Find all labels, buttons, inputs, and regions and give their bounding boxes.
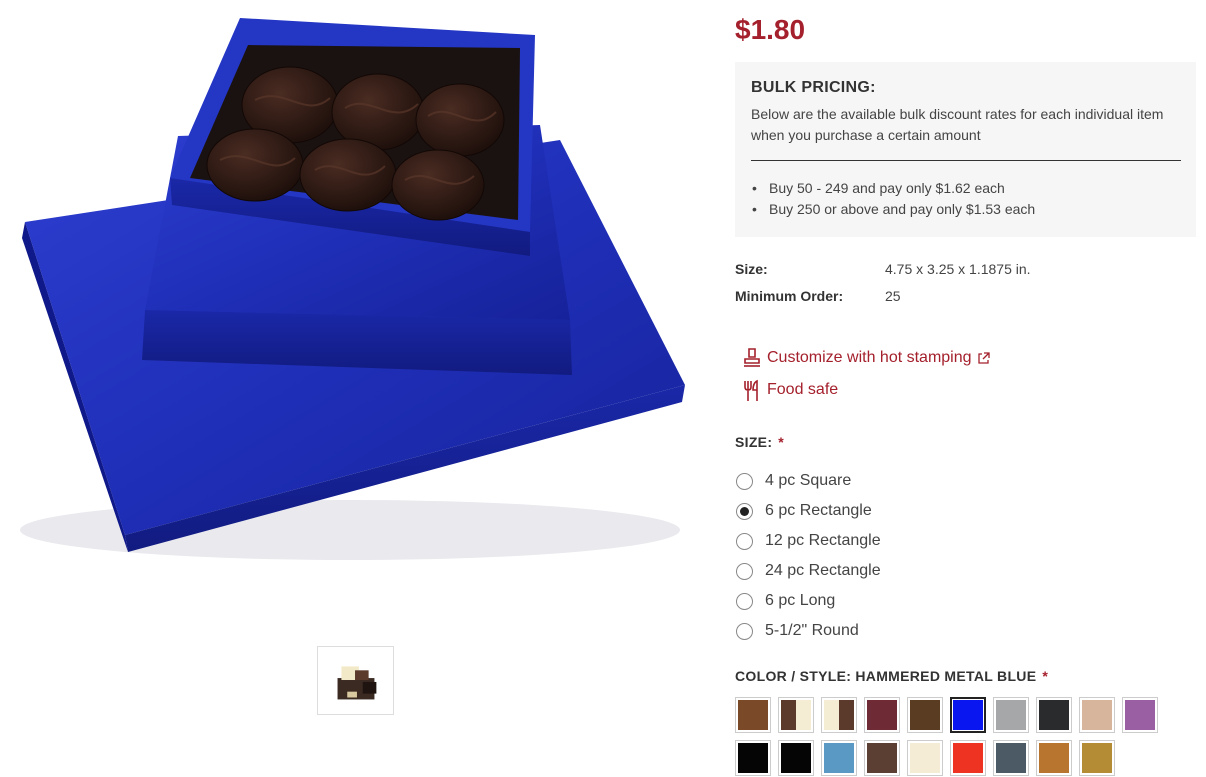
radio-button[interactable] <box>736 592 753 610</box>
size-options: 4 pc Square 6 pc Rectangle 12 pc Rectang… <box>735 466 881 646</box>
color-swatch[interactable] <box>778 740 814 776</box>
color-swatch[interactable] <box>950 740 986 776</box>
bulk-pricing-description: Below are the available bulk discount ra… <box>751 106 1164 143</box>
radio-button[interactable] <box>736 532 753 550</box>
swatch-fill <box>1125 700 1155 730</box>
hot-stamping-link[interactable]: Customize with hot stamping <box>742 347 990 369</box>
color-swatch[interactable] <box>1036 740 1072 776</box>
swatch-fill <box>910 700 940 730</box>
swatch-fill <box>781 700 796 730</box>
color-swatch[interactable] <box>864 697 900 733</box>
color-swatch[interactable] <box>907 740 943 776</box>
bulk-pricing-title: BULK PRICING: <box>751 79 876 96</box>
color-swatch[interactable] <box>993 740 1029 776</box>
size-option-round[interactable]: 5-1/2" Round <box>735 616 881 646</box>
color-swatch[interactable] <box>1122 697 1158 733</box>
color-swatch[interactable] <box>907 697 943 733</box>
swatch-fill <box>1082 700 1112 730</box>
swatch-fill <box>1039 700 1069 730</box>
swatch-fill <box>867 743 897 773</box>
color-swatch[interactable] <box>864 740 900 776</box>
spec-label: Size: <box>735 261 768 277</box>
swatch-fill <box>996 743 1026 773</box>
swatch-fill <box>824 743 854 773</box>
size-option-label: 5-1/2" Round <box>765 622 859 639</box>
swatch-fill <box>738 700 768 730</box>
size-title: SIZE: * <box>735 434 784 450</box>
swatch-fill <box>738 743 768 773</box>
swatch-fill <box>953 743 983 773</box>
swatch-fill <box>839 700 854 730</box>
size-option-6pc-rectangle[interactable]: 6 pc Rectangle <box>735 496 881 526</box>
price: $1.80 <box>735 14 806 45</box>
size-option-4pc-square[interactable]: 4 pc Square <box>735 466 881 496</box>
divider <box>751 160 1181 161</box>
spec-value: 4.75 x 3.25 x 1.1875 in. <box>885 261 1031 277</box>
swatch-fill <box>867 700 897 730</box>
bulk-tier: Buy 50 - 249 and pay only $1.62 each <box>751 178 1181 199</box>
food-safe-badge: Food safe <box>742 379 838 401</box>
swatch-fill <box>796 700 811 730</box>
required-marker: * <box>1042 668 1049 684</box>
color-swatch[interactable] <box>1079 740 1115 776</box>
food-safe-label: Food safe <box>767 381 839 398</box>
swatch-fill <box>953 700 983 730</box>
spec-label: Minimum Order: <box>735 288 844 304</box>
swatch-fill <box>910 743 940 773</box>
size-option-label: 6 pc Long <box>765 592 836 609</box>
utensils-icon <box>744 379 758 401</box>
hot-stamping-label: Customize with hot stamping <box>767 349 972 366</box>
size-option-label: 4 pc Square <box>765 472 852 489</box>
swatch-fill <box>1082 743 1112 773</box>
color-swatch[interactable] <box>821 697 857 733</box>
swatch-fill <box>996 700 1026 730</box>
color-swatch[interactable] <box>950 697 986 733</box>
external-link-icon <box>977 351 990 364</box>
bulk-pricing-tiers: Buy 50 - 249 and pay only $1.62 each Buy… <box>751 178 1181 220</box>
radio-button-checked[interactable] <box>736 502 753 520</box>
size-title-text: SIZE: <box>735 434 773 450</box>
radio-button[interactable] <box>736 622 753 640</box>
stamp-icon <box>744 348 760 367</box>
product-thumbnail[interactable] <box>317 646 394 715</box>
color-swatch[interactable] <box>821 740 857 776</box>
radio-button[interactable] <box>736 562 753 580</box>
product-image <box>0 0 712 620</box>
size-option-12pc-rectangle[interactable]: 12 pc Rectangle <box>735 526 881 556</box>
required-marker: * <box>778 434 785 450</box>
size-option-label: 6 pc Rectangle <box>765 502 872 519</box>
bulk-pricing-box: BULK PRICING: Below are the available bu… <box>735 62 1196 237</box>
size-option-6pc-long[interactable]: 6 pc Long <box>735 586 881 616</box>
product-specs: Size: 4.75 x 3.25 x 1.1875 in. Minimum O… <box>735 261 1031 315</box>
size-option-label: 24 pc Rectangle <box>765 562 881 579</box>
color-swatches <box>735 697 1175 777</box>
bulk-tier: Buy 250 or above and pay only $1.53 each <box>751 199 1181 220</box>
radio-button[interactable] <box>736 472 753 490</box>
spec-row-minimum-order: Minimum Order: 25 <box>735 288 1031 315</box>
color-swatch[interactable] <box>1036 697 1072 733</box>
color-swatch[interactable] <box>993 697 1029 733</box>
color-swatch[interactable] <box>735 740 771 776</box>
size-option-24pc-rectangle[interactable]: 24 pc Rectangle <box>735 556 881 586</box>
spec-row-size: Size: 4.75 x 3.25 x 1.1875 in. <box>735 261 1031 288</box>
color-style-title-text: COLOR / STYLE: HAMMERED METAL BLUE <box>735 668 1037 684</box>
color-swatch[interactable] <box>1079 697 1115 733</box>
color-swatch[interactable] <box>778 697 814 733</box>
swatch-fill <box>824 700 839 730</box>
swatch-fill <box>1039 743 1069 773</box>
color-style-title: COLOR / STYLE: HAMMERED METAL BLUE * <box>735 668 1048 684</box>
size-option-label: 12 pc Rectangle <box>765 532 881 549</box>
color-swatch[interactable] <box>735 697 771 733</box>
swatch-fill <box>781 743 811 773</box>
spec-value: 25 <box>885 288 901 304</box>
